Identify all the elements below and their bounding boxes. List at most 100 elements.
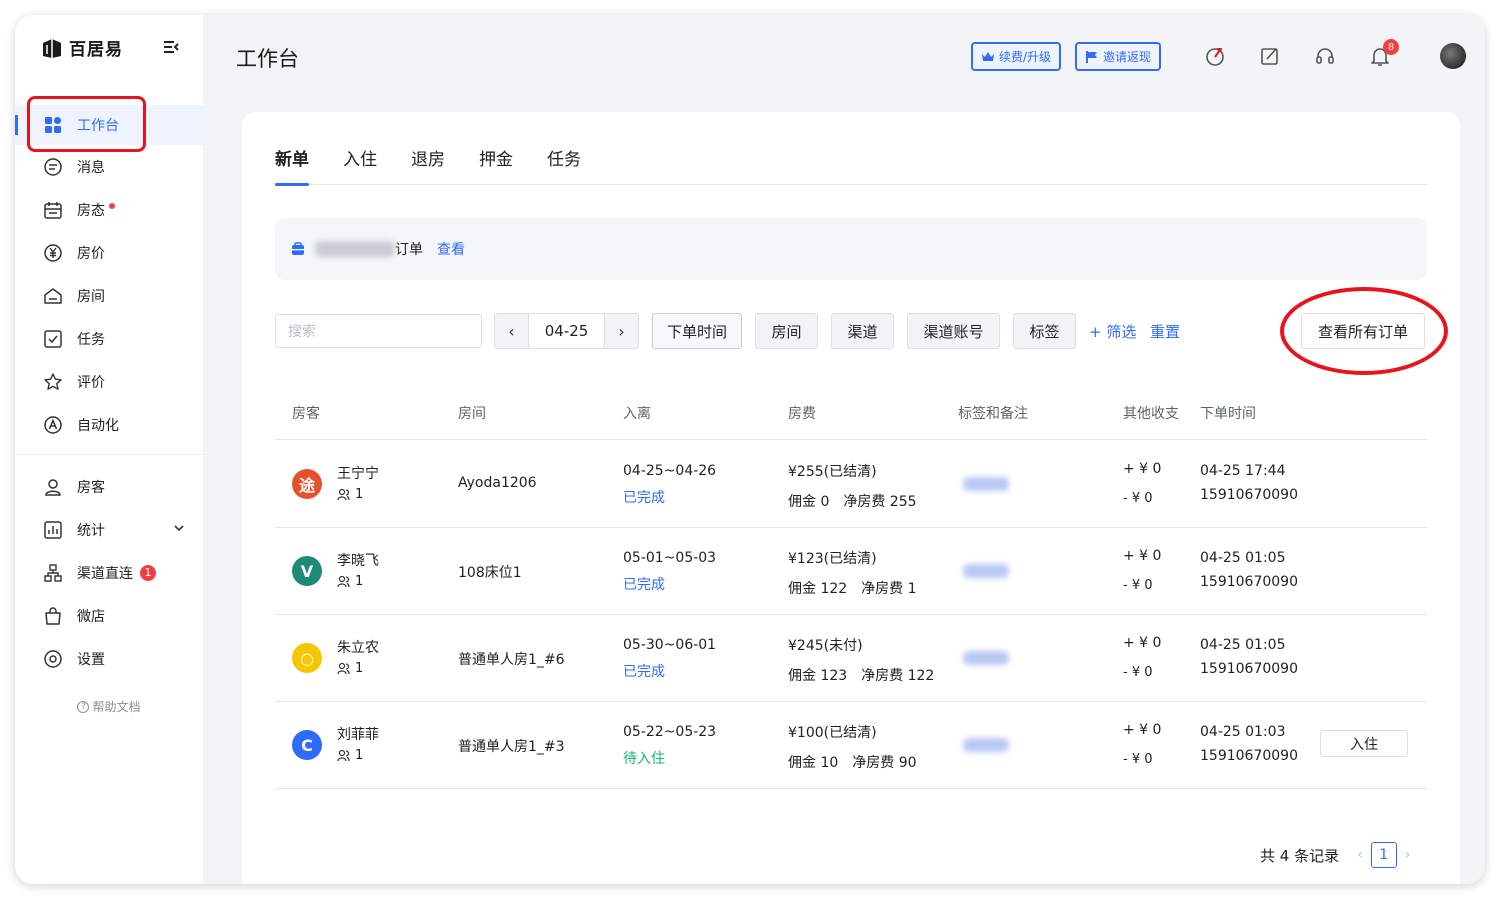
- sidebar: 百居易 工作台 消息 房态 房价 房间 任务 评价 自动化 房客 统计 渠道直连…: [15, 15, 203, 884]
- guest-count-value: 1: [355, 661, 364, 676]
- commission: 佣金 0: [788, 494, 830, 510]
- flag-icon: [1086, 50, 1097, 63]
- help-docs-link[interactable]: ? 帮助文档: [15, 698, 203, 715]
- sidebar-item-channel-direct[interactable]: 渠道直连 1: [15, 551, 203, 594]
- room-fee: ¥245(未付): [788, 638, 863, 654]
- phone-number: 15910670090: [1200, 748, 1298, 764]
- sidebar-item-shop[interactable]: 微店: [15, 594, 203, 637]
- tab-new-orders[interactable]: 新单: [275, 145, 309, 186]
- date-value[interactable]: 04-25: [528, 314, 605, 348]
- notice-view-link[interactable]: 查看: [437, 239, 465, 259]
- prev-page-icon[interactable]: ‹: [1357, 847, 1363, 863]
- shop-icon: [43, 606, 63, 626]
- guest-count-value: 1: [355, 574, 364, 589]
- sidebar-item-guests[interactable]: 房客: [15, 465, 203, 508]
- user-avatar[interactable]: [1440, 43, 1466, 69]
- add-filter-link[interactable]: + 筛选: [1089, 321, 1136, 342]
- sidebar-item-settings[interactable]: 设置: [15, 637, 203, 680]
- people-icon: [337, 488, 350, 501]
- tab-tasks[interactable]: 任务: [547, 145, 581, 185]
- room-fee: ¥100(已结清): [788, 725, 877, 741]
- people-icon: [337, 749, 350, 762]
- guest-count: 1: [337, 661, 363, 676]
- sidebar-item-label: 统计: [77, 522, 105, 539]
- sidebar-item-dashboard[interactable]: 工作台: [15, 105, 203, 145]
- phone-number: 15910670090: [1200, 487, 1298, 503]
- help-icon: ?: [77, 700, 90, 713]
- guest-count: 1: [337, 748, 363, 763]
- checkbox-icon: [43, 329, 63, 349]
- pagination: 共 4 条记录 ‹ 1 ›: [1260, 842, 1418, 868]
- tujia-logo-icon: 途: [292, 469, 322, 499]
- stay-dates: 04-25~04-26: [623, 463, 717, 479]
- tab-bar: 新单 入住 退房 押金 任务: [275, 145, 1427, 186]
- commission: 佣金 123: [788, 668, 848, 684]
- phone-number: 15910670090: [1200, 661, 1298, 677]
- other-income: + ¥ 0: [1123, 461, 1162, 477]
- invite-cashback-button[interactable]: 邀请返现: [1075, 42, 1162, 71]
- sidebar-item-messages[interactable]: 消息: [15, 145, 203, 188]
- notice-text: 订单: [395, 242, 423, 258]
- collapse-menu-icon[interactable]: [163, 39, 179, 55]
- sidebar-item-label: 房间: [77, 288, 105, 305]
- tag-filter[interactable]: 标签: [1013, 313, 1076, 349]
- message-icon: [43, 157, 63, 177]
- sidebar-item-automation[interactable]: 自动化: [15, 403, 203, 446]
- sidebar-item-room-status[interactable]: 房态: [15, 188, 203, 231]
- app-name: 百居易: [69, 40, 123, 60]
- sidebar-item-label: 房态: [77, 202, 105, 219]
- speed-icon[interactable]: [1204, 45, 1226, 67]
- chevron-down-icon[interactable]: [173, 522, 185, 534]
- table-row[interactable]: V 李晓飞 1 108床位1 05-01~05-03 已完成 ¥123(已结清)…: [275, 528, 1427, 615]
- tab-check-out[interactable]: 退房: [411, 145, 445, 185]
- page-number[interactable]: 1: [1370, 842, 1397, 868]
- channel-filter[interactable]: 渠道: [831, 313, 894, 349]
- order-time-filter[interactable]: 下单时间: [652, 313, 742, 349]
- room-name: Ayoda1206: [458, 475, 537, 491]
- next-page-icon[interactable]: ›: [1405, 847, 1411, 863]
- table-row[interactable]: C 刘菲菲 1 普通单人房1_#3 05-22~05-23 待入住 ¥100(已…: [275, 702, 1427, 789]
- order-time: 04-25 01:05: [1200, 637, 1286, 653]
- search-input[interactable]: 搜索: [275, 314, 482, 348]
- table-header: 房客 房间 入离 房费 标签和备注 其他收支 下单时间: [275, 390, 1427, 440]
- sidebar-item-statistics[interactable]: 统计: [15, 508, 203, 551]
- prev-date-icon[interactable]: ‹: [495, 314, 528, 348]
- other-expense: - ¥ 0: [1123, 752, 1153, 767]
- chart-icon: [43, 520, 63, 540]
- guest-count-value: 1: [355, 748, 364, 763]
- user-icon: [43, 477, 63, 497]
- notification-count-badge: 8: [1383, 39, 1399, 55]
- sidebar-item-reviews[interactable]: 评价: [15, 360, 203, 403]
- dashboard-icon: [43, 115, 63, 135]
- order-status: 待入住: [623, 751, 665, 767]
- commission: 佣金 10: [788, 755, 839, 771]
- net-fee: 净房费 1: [861, 581, 917, 597]
- channel-account-filter[interactable]: 渠道账号: [907, 313, 1000, 349]
- guest-count-value: 1: [355, 487, 364, 502]
- renew-upgrade-button[interactable]: 续费/升级: [971, 42, 1062, 71]
- sidebar-item-tasks[interactable]: 任务: [15, 317, 203, 360]
- col-tags: 标签和备注: [958, 406, 1028, 422]
- reset-link[interactable]: 重置: [1150, 321, 1180, 342]
- edit-icon[interactable]: [1259, 45, 1281, 67]
- sidebar-item-room-price[interactable]: 房价: [15, 231, 203, 274]
- tab-deposit[interactable]: 押金: [479, 145, 513, 185]
- sidebar-item-rooms[interactable]: 房间: [15, 274, 203, 317]
- next-date-icon[interactable]: ›: [605, 314, 638, 348]
- table-row[interactable]: 途 王宁宁 1 Ayoda1206 04-25~04-26 已完成 ¥255(已…: [275, 441, 1427, 528]
- col-dates: 入离: [623, 406, 651, 422]
- check-in-button[interactable]: 入住: [1320, 730, 1408, 757]
- fee-breakdown: 佣金 122 净房费 1: [788, 578, 931, 598]
- app-window: 百居易 工作台 消息 房态 房价 房间 任务 评价 自动化 房客 统计 渠道直连…: [15, 15, 1485, 884]
- table-row[interactable]: ○ 朱立农 1 普通单人房1_#6 05-30~06-01 已完成 ¥245(未…: [275, 615, 1427, 702]
- sidebar-item-label: 评价: [77, 374, 105, 391]
- headset-icon[interactable]: [1314, 45, 1336, 67]
- help-label: 帮助文档: [92, 700, 141, 714]
- view-all-orders-button[interactable]: 查看所有订单: [1301, 313, 1425, 349]
- room-filter[interactable]: 房间: [755, 313, 818, 349]
- guest-count: 1: [337, 487, 363, 502]
- other-income: + ¥ 0: [1123, 635, 1162, 651]
- calendar-icon: [43, 200, 63, 220]
- tab-check-in[interactable]: 入住: [343, 145, 377, 185]
- sidebar-item-label: 自动化: [77, 417, 119, 434]
